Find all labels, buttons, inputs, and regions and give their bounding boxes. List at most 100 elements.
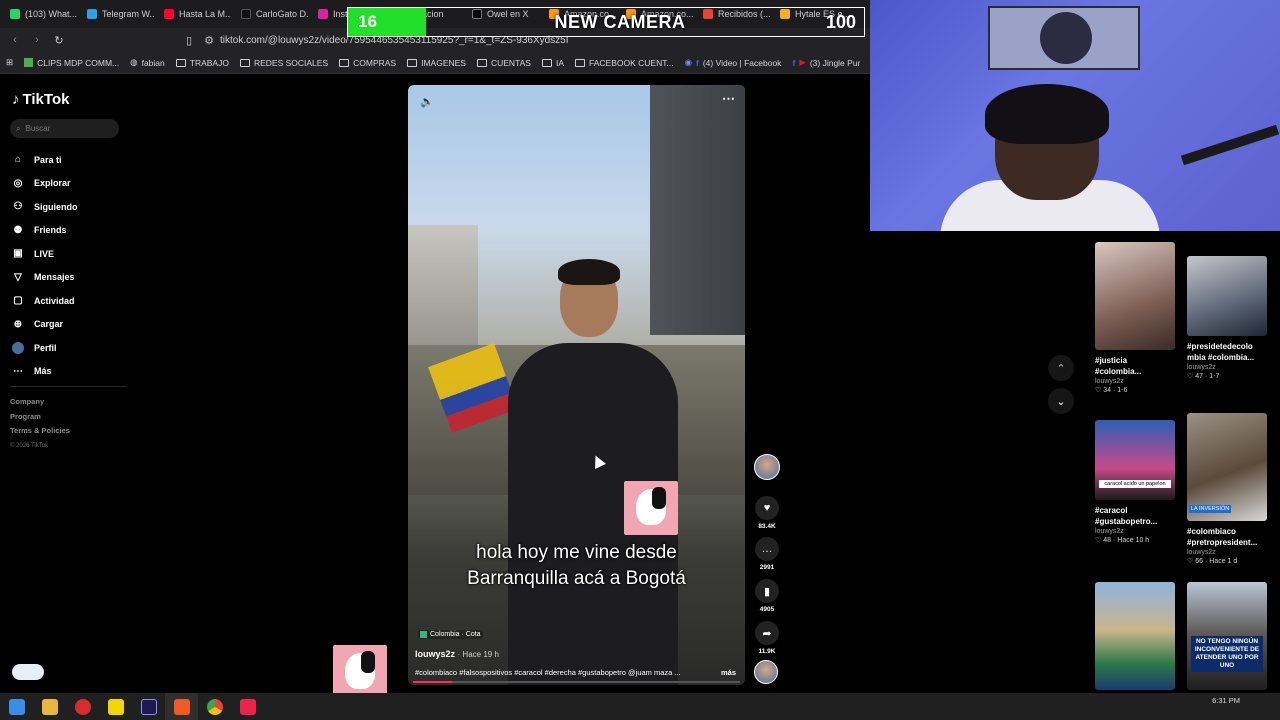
bookmark-label: COMPRAS <box>353 57 397 68</box>
bookmark-item[interactable]: CLIPS MDP COMM... <box>24 58 119 68</box>
comment-action[interactable]: … 2991 <box>752 537 782 571</box>
browser-tab[interactable]: (103) What... <box>0 0 77 28</box>
footer-link-terms[interactable]: Terms & Policies <box>10 424 70 439</box>
bookmark-folder[interactable]: TRABAJO <box>175 58 229 68</box>
sidebar-item-cargar[interactable]: ⊕ Cargar <box>12 313 132 337</box>
video-description[interactable]: #colombiaco #falsospositivos #caracol #d… <box>415 668 715 677</box>
taskbar-app[interactable] <box>99 693 132 720</box>
bookmark-folder[interactable]: REDES SOCIALES <box>239 58 328 68</box>
video-author[interactable]: louwys2z · Hace 19 h <box>415 649 499 659</box>
tab-label: Hasta La M... <box>179 9 231 19</box>
video-player[interactable]: 🔈 ⋯ hola hoy me vine desde Barranquilla … <box>408 85 745 685</box>
comment-icon: … <box>755 537 779 561</box>
sidebar-item-actividad[interactable]: ▢ Actividad <box>12 289 132 313</box>
sidebar-item-para-ti[interactable]: ⌂ Para ti <box>12 148 132 172</box>
next-video-button[interactable]: ⌄ <box>1048 388 1074 414</box>
comment-count: 2991 <box>759 564 775 571</box>
taskbar-app[interactable] <box>132 693 165 720</box>
like-count: 83.4K <box>758 523 776 530</box>
bookmark-icon[interactable]: ▯ <box>182 34 196 47</box>
reload-icon[interactable]: ↻ <box>52 34 66 47</box>
stream-goal-overlay: 16 NEW CAMERA 100 <box>347 7 865 37</box>
bookmark-item[interactable]: f ▶ (3) Jingle Pur <box>792 57 860 68</box>
video-card[interactable]: NO TENGO NINGÚN INCONVENIENTE DE ATENDER… <box>1187 582 1267 690</box>
whatsapp-icon <box>10 9 20 19</box>
taskbar-app[interactable] <box>198 693 231 720</box>
previous-video-button[interactable]: ⌃ <box>1048 355 1074 381</box>
sidebar-item-perfil[interactable]: Perfil <box>12 336 132 360</box>
search-placeholder: Buscar <box>25 124 51 133</box>
taskbar-app[interactable] <box>33 693 66 720</box>
bookmark-label: CLIPS MDP COMM... <box>37 57 120 68</box>
creator-avatar[interactable] <box>754 454 780 480</box>
apps-icon[interactable]: ⊞ <box>6 57 13 68</box>
tiktok-note-icon: ♪ <box>12 91 20 108</box>
heart-icon: ♡ <box>1187 558 1194 565</box>
sidebar-item-explorar[interactable]: ◎ Explorar <box>12 172 132 196</box>
video-card[interactable] <box>1095 582 1175 690</box>
site-settings-icon[interactable]: ⚙ <box>202 34 216 47</box>
file-explorer-icon <box>41 698 58 715</box>
video-card-title: #caracol #gustabopetro... <box>1095 506 1158 526</box>
bookmark-item[interactable]: ◉ f (4) Video | Facebook <box>685 57 782 68</box>
share-action[interactable]: ➦ 11.9K <box>752 621 782 655</box>
video-card-stats: ♡ 47 · 1-7 <box>1187 373 1220 380</box>
taskbar-app-active[interactable] <box>165 693 198 720</box>
sidebar-item-friends[interactable]: ⚉ Friends <box>12 219 132 243</box>
back-icon[interactable]: ‹ <box>8 34 22 46</box>
bookmark-item[interactable]: ◍ fabian <box>130 57 165 68</box>
browser-tab[interactable]: Hasta La M... <box>154 0 231 28</box>
bookmark-folder[interactable]: FACEBOOK CUENT... <box>575 58 674 68</box>
bookmark-label: CUENTAS <box>490 57 531 68</box>
bookmark-folder[interactable]: IA <box>541 58 564 68</box>
like-action[interactable]: ♥ 83.4K <box>752 496 782 530</box>
save-action[interactable]: ▮ 4905 <box>752 579 782 613</box>
footer-link-program[interactable]: Program <box>10 410 70 425</box>
upload-icon: ⊕ <box>13 318 23 330</box>
browser-tab[interactable]: Telegram W... <box>77 0 154 28</box>
sidebar-item-label: Para ti <box>34 154 62 165</box>
video-card[interactable]: #presidetedecolo mbia #colombia... louwy… <box>1187 256 1267 380</box>
share-count: 11.9K <box>758 648 776 655</box>
sidebar-item-mensajes[interactable]: ▽ Mensajes <box>12 266 132 290</box>
music-disc-avatar[interactable] <box>754 660 778 684</box>
tiktok-logo[interactable]: ♪ TikTok <box>12 91 69 108</box>
notes-icon <box>107 698 124 715</box>
volume-icon[interactable]: 🔈 <box>420 95 434 108</box>
bookmark-label: FACEBOOK CUENT... <box>589 57 674 68</box>
thumbnail-sticker-text: caracol acido un papelon <box>1099 480 1171 488</box>
footer-link-company[interactable]: Company <box>10 395 70 410</box>
video-card[interactable]: caracol acido un papelon #caracol #gusta… <box>1095 420 1175 544</box>
video-progress-bar[interactable] <box>413 681 740 683</box>
bookmark-folder[interactable]: CUENTAS <box>476 57 531 68</box>
bookmark-folder[interactable]: IMAGENES <box>407 58 466 68</box>
more-description-link[interactable]: más <box>721 668 736 677</box>
video-card-title: #presidetedecolo mbia #colombia... <box>1187 342 1255 362</box>
tab-label: (103) What... <box>25 9 77 19</box>
sidebar-item-label: Friends <box>34 225 67 236</box>
sidebar-item-mas[interactable]: ⋯ Más <box>12 360 132 384</box>
brave-icon <box>173 698 190 715</box>
sidebar-item-siguiendo[interactable]: ⚇ Siguiendo <box>12 195 132 219</box>
location-tag[interactable]: Colombia · Cota <box>418 630 483 639</box>
sidebar-item-live[interactable]: ▣ LIVE <box>12 242 132 266</box>
chrome-circle-icon: ◉ <box>684 57 692 67</box>
video-more-icon[interactable]: ⋯ <box>722 91 735 107</box>
forward-icon[interactable]: › <box>30 34 44 46</box>
video-card-title: #justicia #colombia... <box>1095 356 1142 376</box>
video-card[interactable]: LA INVERSIÓN #colombiaco #pretropresiden… <box>1187 413 1267 565</box>
bookmark-icon <box>24 58 34 67</box>
browser-tab[interactable]: CarloGato D... <box>231 0 308 28</box>
video-card[interactable]: #justicia #colombia... louwys2z ♡ 34 · 1… <box>1095 242 1175 394</box>
extension-toggle-button[interactable] <box>12 664 44 680</box>
taskbar-app[interactable] <box>66 693 99 720</box>
bookmark-folder[interactable]: COMPRAS <box>339 58 396 68</box>
chevron-up-icon: ⌃ <box>1056 362 1066 375</box>
taskbar-app[interactable] <box>231 693 264 720</box>
windows-icon <box>8 698 25 715</box>
friends-icon: ⚉ <box>13 224 23 236</box>
sidebar-item-label: Perfil <box>34 342 57 353</box>
search-input[interactable]: ⌕ Buscar <box>10 119 119 138</box>
video-card-date: Hace 1 d <box>1209 558 1238 565</box>
start-button[interactable] <box>0 693 33 720</box>
